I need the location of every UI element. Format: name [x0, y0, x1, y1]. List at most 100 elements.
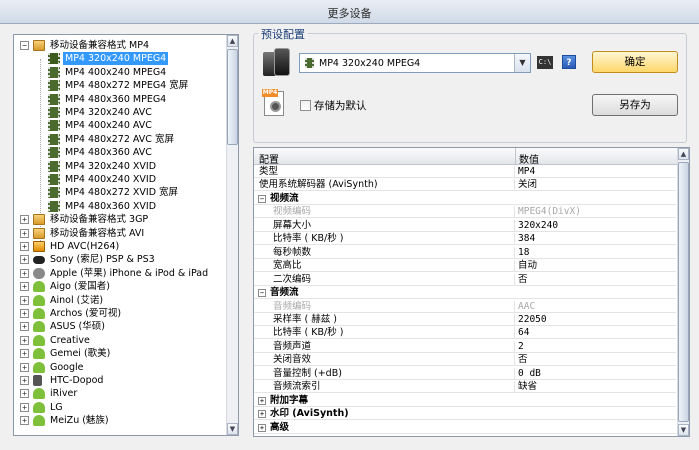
save-default-label[interactable]: 存储为默认: [314, 98, 367, 113]
tree-item[interactable]: + Archos (爱可视): [14, 307, 226, 320]
expand-icon[interactable]: +: [20, 255, 29, 265]
scroll-up-arrow-icon[interactable]: ▲: [678, 148, 689, 160]
grid-property-row[interactable]: 音量控制 (+dB) 0 dB: [254, 367, 676, 380]
property-grid[interactable]: 配置 数值 类型 MP4 使用系统解码器 (AviSynth) 关闭 − 视频流 视频编码 M…: [253, 147, 690, 437]
tree-item[interactable]: − 移动设备兼容格式 MP4: [14, 39, 226, 52]
expand-icon[interactable]: +: [20, 215, 29, 225]
tree-item[interactable]: + 移动设备兼容格式 AVI: [14, 227, 226, 240]
column-header-value[interactable]: 数值: [519, 151, 539, 166]
collapse-icon[interactable]: −: [20, 41, 29, 50]
tree-item[interactable]: MP4 480x272 AVC 宽屏: [14, 133, 226, 146]
tree-item[interactable]: MP4 400x240 XVID: [14, 173, 226, 186]
expand-icon[interactable]: +: [20, 242, 29, 251]
tree-item[interactable]: + HTC-Dopod: [14, 374, 226, 387]
expand-icon[interactable]: +: [20, 309, 29, 318]
tree-scrollbar[interactable]: ▲ ▼: [226, 35, 238, 435]
grid-property-value[interactable]: 2: [518, 341, 524, 353]
tree-item[interactable]: + Creative: [14, 334, 226, 347]
expand-icon[interactable]: +: [258, 396, 266, 405]
tree-item[interactable]: MP4 480x360 XVID: [14, 200, 226, 213]
tree-item[interactable]: MP4 400x240 AVC: [14, 119, 226, 132]
chevron-down-icon[interactable]: ▼: [514, 54, 530, 72]
tree-item[interactable]: MP4 480x360 AVC: [14, 146, 226, 159]
expand-icon[interactable]: +: [20, 402, 29, 412]
grid-property-value[interactable]: 18: [518, 247, 529, 259]
grid-property-value[interactable]: 关闭: [518, 179, 537, 191]
device-tree[interactable]: − 移动设备兼容格式 MP4 MP4 320x240 MPEG4 MP4 400x24…: [13, 34, 239, 436]
expand-icon[interactable]: +: [20, 376, 29, 385]
save-as-button[interactable]: 另存为: [592, 94, 678, 116]
grid-property-value[interactable]: 缺省: [518, 381, 537, 393]
grid-property-row[interactable]: 音频编码 AAC: [254, 300, 676, 313]
grid-scrollbar[interactable]: ▲ ▼: [677, 148, 689, 436]
tree-item[interactable]: + MeiZu (魅族): [14, 414, 226, 427]
scroll-down-arrow-icon[interactable]: ▼: [678, 424, 689, 436]
tree-item[interactable]: MP4 480x360 MPEG4: [14, 93, 226, 106]
column-header-key[interactable]: 配置: [259, 151, 279, 166]
grid-property-value[interactable]: 否: [518, 354, 528, 366]
expand-icon[interactable]: +: [20, 322, 29, 332]
collapse-icon[interactable]: −: [258, 194, 266, 203]
tree-item[interactable]: + Gemei (歌美): [14, 347, 226, 360]
save-default-checkbox[interactable]: [300, 100, 311, 111]
tree-item[interactable]: MP4 320x240 MPEG4: [14, 52, 226, 66]
grid-property-value[interactable]: 64: [518, 327, 529, 339]
tree-item[interactable]: + 移动设备兼容格式 3GP: [14, 213, 226, 226]
scroll-thumb[interactable]: [227, 49, 238, 145]
grid-category-row[interactable]: + 附加字幕: [254, 394, 676, 407]
expand-icon[interactable]: +: [20, 416, 29, 426]
grid-category-row[interactable]: − 视频流: [254, 192, 676, 205]
help-button[interactable]: ?: [562, 55, 576, 69]
tree-item[interactable]: + Google: [14, 361, 226, 374]
tree-item[interactable]: + Ainol (艾诺): [14, 294, 226, 307]
grid-property-row[interactable]: 视频编码 MPEG4(DivX): [254, 206, 676, 219]
command-line-button[interactable]: C:\: [537, 56, 553, 69]
grid-property-value[interactable]: 自动: [518, 260, 537, 272]
collapse-icon[interactable]: −: [258, 289, 266, 298]
tree-item[interactable]: MP4 320x240 XVID: [14, 160, 226, 173]
grid-property-row[interactable]: 二次编码 否: [254, 273, 676, 286]
tree-item[interactable]: MP4 480x272 XVID 宽屏: [14, 186, 226, 199]
expand-icon[interactable]: +: [20, 335, 29, 345]
grid-property-value[interactable]: 否: [518, 274, 528, 286]
grid-property-value[interactable]: 22050: [518, 314, 547, 326]
scroll-thumb[interactable]: [678, 162, 689, 422]
grid-category-row[interactable]: + 水印 (AviSynth): [254, 408, 676, 421]
expand-icon[interactable]: +: [258, 410, 266, 419]
preset-select[interactable]: MP4 320x240 MPEG4 ▼: [299, 53, 531, 73]
tree-item[interactable]: MP4 320x240 AVC: [14, 106, 226, 119]
grid-property-value[interactable]: 384: [518, 233, 535, 245]
ok-button[interactable]: 确定: [592, 51, 678, 73]
tree-item[interactable]: + Sony (索尼) PSP & PS3: [14, 253, 226, 266]
expand-icon[interactable]: +: [20, 282, 29, 292]
expand-icon[interactable]: +: [20, 349, 29, 359]
expand-icon[interactable]: +: [20, 295, 29, 305]
grid-property-row[interactable]: 音频流索引 缺省: [254, 381, 676, 394]
tree-item[interactable]: + iRiver: [14, 387, 226, 400]
tree-item[interactable]: MP4 480x272 MPEG4 宽屏: [14, 79, 226, 92]
grid-property-row[interactable]: 音频声道 2: [254, 340, 676, 353]
grid-property-row[interactable]: 类型 MP4: [254, 166, 676, 178]
tree-item[interactable]: + LG: [14, 401, 226, 414]
grid-property-row[interactable]: 宽高比 自动: [254, 260, 676, 273]
grid-property-row[interactable]: 每秒帧数 18: [254, 246, 676, 259]
expand-icon[interactable]: +: [20, 228, 29, 238]
expand-icon[interactable]: +: [20, 268, 29, 278]
tree-item[interactable]: MP4 400x240 MPEG4: [14, 66, 226, 79]
grid-property-value[interactable]: MP4: [518, 166, 535, 178]
grid-property-row[interactable]: 屏幕大小 320x240: [254, 219, 676, 232]
scroll-down-arrow-icon[interactable]: ▼: [227, 423, 238, 435]
expand-icon[interactable]: +: [20, 362, 29, 372]
expand-icon[interactable]: +: [258, 423, 266, 432]
grid-property-row[interactable]: 使用系统解码器 (AviSynth) 关闭: [254, 179, 676, 192]
tree-item[interactable]: + HD AVC(H264): [14, 240, 226, 253]
grid-property-row[interactable]: 采样率 ( 赫兹 ) 22050: [254, 313, 676, 326]
grid-category-row[interactable]: + 高级: [254, 421, 676, 434]
grid-category-row[interactable]: − 音频流: [254, 287, 676, 300]
grid-property-row[interactable]: 比特率 ( KB/秒 ) 64: [254, 327, 676, 340]
scroll-up-arrow-icon[interactable]: ▲: [227, 35, 238, 47]
grid-property-row[interactable]: 关闭音效 否: [254, 354, 676, 367]
tree-item[interactable]: + Apple (苹果) iPhone & iPod & iPad: [14, 267, 226, 280]
grid-property-row[interactable]: 比特率 ( KB/秒 ) 384: [254, 233, 676, 246]
grid-property-value[interactable]: 320x240: [518, 220, 558, 232]
